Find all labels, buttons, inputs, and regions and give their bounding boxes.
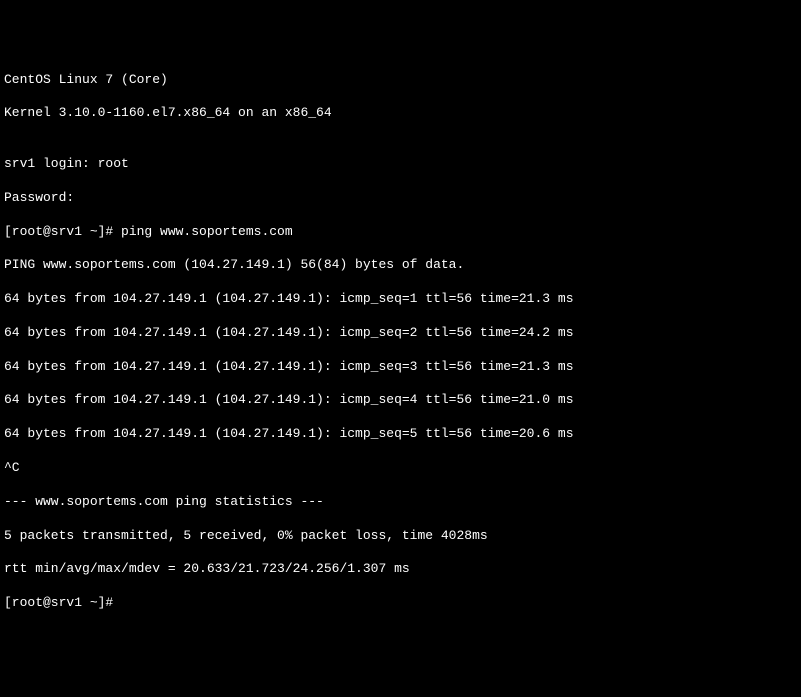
kernel-info-line: Kernel 3.10.0-1160.el7.x86_64 on an x86_… — [4, 105, 797, 122]
os-name-line: CentOS Linux 7 (Core) — [4, 72, 797, 89]
interrupt-line: ^C — [4, 460, 797, 477]
ping-header-line: PING www.soportems.com (104.27.149.1) 56… — [4, 257, 797, 274]
password-prompt-line: Password: — [4, 190, 797, 207]
ping-reply-line: 64 bytes from 104.27.149.1 (104.27.149.1… — [4, 291, 797, 308]
stats-packets-line: 5 packets transmitted, 5 received, 0% pa… — [4, 528, 797, 545]
ping-reply-line: 64 bytes from 104.27.149.1 (104.27.149.1… — [4, 426, 797, 443]
prompt-text: [root@srv1 ~]# — [4, 595, 121, 610]
ping-reply-line: 64 bytes from 104.27.149.1 (104.27.149.1… — [4, 359, 797, 376]
ping-reply-line: 64 bytes from 104.27.149.1 (104.27.149.1… — [4, 325, 797, 342]
stats-header-line: --- www.soportems.com ping statistics --… — [4, 494, 797, 511]
command-line: [root@srv1 ~]# ping www.soportems.com — [4, 224, 797, 241]
ping-reply-line: 64 bytes from 104.27.149.1 (104.27.149.1… — [4, 392, 797, 409]
stats-rtt-line: rtt min/avg/max/mdev = 20.633/21.723/24.… — [4, 561, 797, 578]
login-prompt-line: srv1 login: root — [4, 156, 797, 173]
shell-prompt[interactable]: [root@srv1 ~]# — [4, 595, 797, 612]
